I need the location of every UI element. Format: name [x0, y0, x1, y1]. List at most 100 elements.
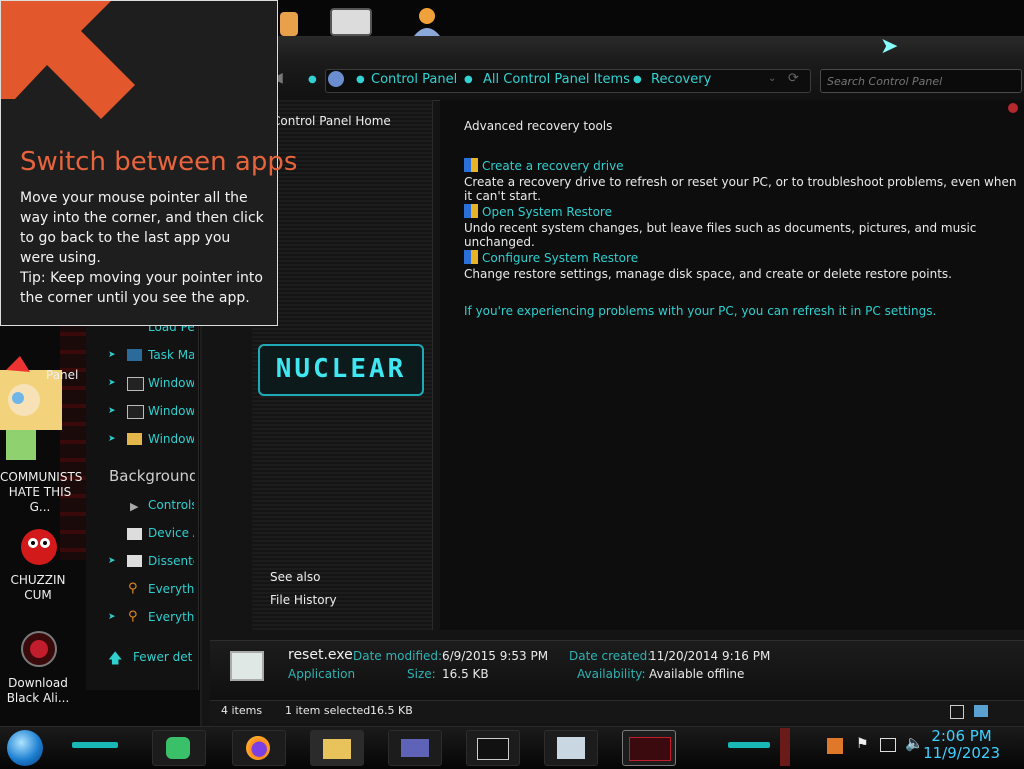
- recovery-item-desc: Change restore settings, manage disk spa…: [464, 267, 952, 281]
- create-recovery-drive-link[interactable]: Create a recovery drive: [482, 159, 624, 173]
- dock-icon-window[interactable]: [330, 8, 372, 36]
- configure-system-restore-link[interactable]: Configure System Restore: [482, 251, 638, 265]
- breadcrumb-separator-icon: ●: [356, 74, 365, 85]
- taskbar-app-monitor[interactable]: [544, 730, 598, 766]
- desktop-icon-download[interactable]: [18, 628, 60, 670]
- breadcrumb-separator-icon: ●: [308, 74, 317, 85]
- start-orb-button[interactable]: [7, 730, 43, 766]
- red-fuzzball-icon: [21, 529, 57, 565]
- help-icon[interactable]: [1008, 103, 1018, 113]
- tray-flag-icon[interactable]: ⚑: [856, 736, 869, 752]
- cartoon-character-icon: [0, 356, 62, 460]
- availability-label: Availability:: [577, 667, 646, 681]
- list-item[interactable]: Task Ma: [148, 348, 194, 362]
- breadcrumb-recovery[interactable]: Recovery: [651, 72, 711, 87]
- breadcrumb-all-items[interactable]: All Control Panel Items: [483, 72, 630, 87]
- list-item[interactable]: Window: [148, 404, 194, 418]
- open-system-restore-link[interactable]: Open System Restore: [482, 205, 612, 219]
- monitor-icon: [557, 737, 585, 759]
- desktop-icon-label[interactable]: Download Black Ali...: [0, 676, 76, 706]
- magnifier-icon: ⚲: [128, 609, 138, 624]
- section-heading: Background: [109, 467, 195, 485]
- refresh-icon[interactable]: ⟳: [788, 71, 799, 86]
- see-also-label: See also: [270, 570, 321, 584]
- taskbar-app-chat[interactable]: [152, 730, 206, 766]
- file-name: reset.exe: [288, 647, 353, 663]
- list-item[interactable]: Everythi: [148, 610, 194, 624]
- show-desktop-button[interactable]: [780, 728, 790, 766]
- console-icon: [127, 377, 144, 391]
- taskbar-decor: [72, 742, 118, 748]
- tray-volume-icon[interactable]: 🔈: [905, 734, 924, 752]
- control-panel-home-link[interactable]: Control Panel Home: [272, 114, 391, 128]
- tray-app-icon[interactable]: [827, 738, 843, 754]
- selection-count: 1 item selected: [285, 704, 371, 717]
- selection-size: 16.5 KB: [370, 704, 413, 717]
- taskbar-app-explorer[interactable]: [310, 730, 364, 766]
- expand-arrow-icon[interactable]: ➤: [108, 350, 116, 360]
- breadcrumb-separator-icon[interactable]: ●: [464, 74, 473, 85]
- clock-time: 2:06 PM: [931, 727, 992, 745]
- details-view-icon[interactable]: [950, 705, 964, 719]
- recovery-item: Open System Restore: [464, 204, 612, 219]
- address-dropdown-icon[interactable]: ⌄: [768, 73, 776, 84]
- dock-icon-app[interactable]: [280, 12, 298, 36]
- desktop-label-panel: Panel: [46, 368, 79, 382]
- expand-arrow-icon[interactable]: ➤: [108, 612, 116, 622]
- large-icons-view-icon[interactable]: [974, 705, 988, 717]
- red-orb-icon: [21, 631, 57, 667]
- list-item[interactable]: Device A: [148, 526, 194, 540]
- up-arrow-icon: 🡅: [108, 651, 123, 667]
- refresh-pc-link[interactable]: If you're experiencing problems with you…: [464, 304, 936, 318]
- folder-icon: [323, 739, 351, 759]
- search-box[interactable]: [820, 69, 1022, 93]
- expand-arrow-icon[interactable]: ➤: [108, 556, 116, 566]
- tip-text: Move your mouse pointer all the way into…: [20, 190, 264, 266]
- list-item[interactable]: Window: [148, 376, 194, 390]
- console-icon: [127, 405, 144, 419]
- list-item[interactable]: Everythi: [148, 582, 194, 596]
- desktop-icon-label[interactable]: COMMUNISTS HATE THIS G...: [0, 470, 82, 515]
- taskbar-app-control-panel[interactable]: [388, 730, 442, 766]
- expand-arrow-icon[interactable]: ➤: [108, 434, 116, 444]
- chat-app-icon: [166, 737, 190, 759]
- nuclear-logo: NUCLEAR: [258, 344, 424, 396]
- list-item[interactable]: Window: [148, 432, 194, 446]
- size-value: 16.5 KB: [442, 667, 489, 681]
- recovery-item: Configure System Restore: [464, 250, 638, 265]
- game-app-icon: [629, 737, 671, 761]
- folder-icon: [127, 433, 142, 445]
- size-label: Size:: [407, 667, 436, 681]
- list-item[interactable]: Controls: [148, 498, 194, 512]
- list-item[interactable]: Dissente: [148, 554, 194, 568]
- availability-value: Available offline: [649, 667, 745, 681]
- cursor-dragon-icon: ➤: [880, 34, 899, 59]
- desktop-icon-label[interactable]: CHUZZIN CUM: [0, 573, 76, 603]
- clock-date: 11/9/2023: [923, 744, 1000, 762]
- search-input[interactable]: [825, 71, 1019, 91]
- breadcrumb-control-panel[interactable]: Control Panel: [371, 72, 457, 87]
- shield-icon: [464, 250, 478, 264]
- taskbar-app-firefox[interactable]: [232, 730, 286, 766]
- file-history-link[interactable]: File History: [270, 593, 337, 607]
- breadcrumb-separator-icon[interactable]: ●: [633, 74, 642, 85]
- tray-network-icon[interactable]: [880, 738, 896, 752]
- firefox-icon: [246, 736, 270, 760]
- dock-icon-user[interactable]: [412, 6, 442, 36]
- window-icon: [127, 555, 142, 567]
- tip-hint: Tip: Keep moving your pointer into the c…: [20, 270, 263, 306]
- magnifier-icon: ⚲: [128, 581, 138, 596]
- page-heading: Advanced recovery tools: [464, 119, 613, 133]
- logo-text: NUCLEAR: [275, 354, 407, 384]
- recovery-item: Create a recovery drive: [464, 158, 624, 173]
- expand-arrow-icon[interactable]: ➤: [108, 378, 116, 388]
- desktop-icon-chuzzle[interactable]: [18, 525, 60, 567]
- system-clock[interactable]: 2:06 PM 11/9/2023: [923, 728, 1000, 762]
- fewer-details-link[interactable]: Fewer deta: [133, 650, 193, 664]
- expand-arrow-icon[interactable]: ➤: [108, 406, 116, 416]
- taskbar-app-console[interactable]: [466, 730, 520, 766]
- taskbar-app-game[interactable]: [622, 730, 676, 766]
- date-modified-value: 6/9/2015 9:53 PM: [442, 649, 549, 663]
- tip-body: Move your mouse pointer all the way into…: [20, 188, 265, 308]
- top-dock: [278, 0, 1024, 36]
